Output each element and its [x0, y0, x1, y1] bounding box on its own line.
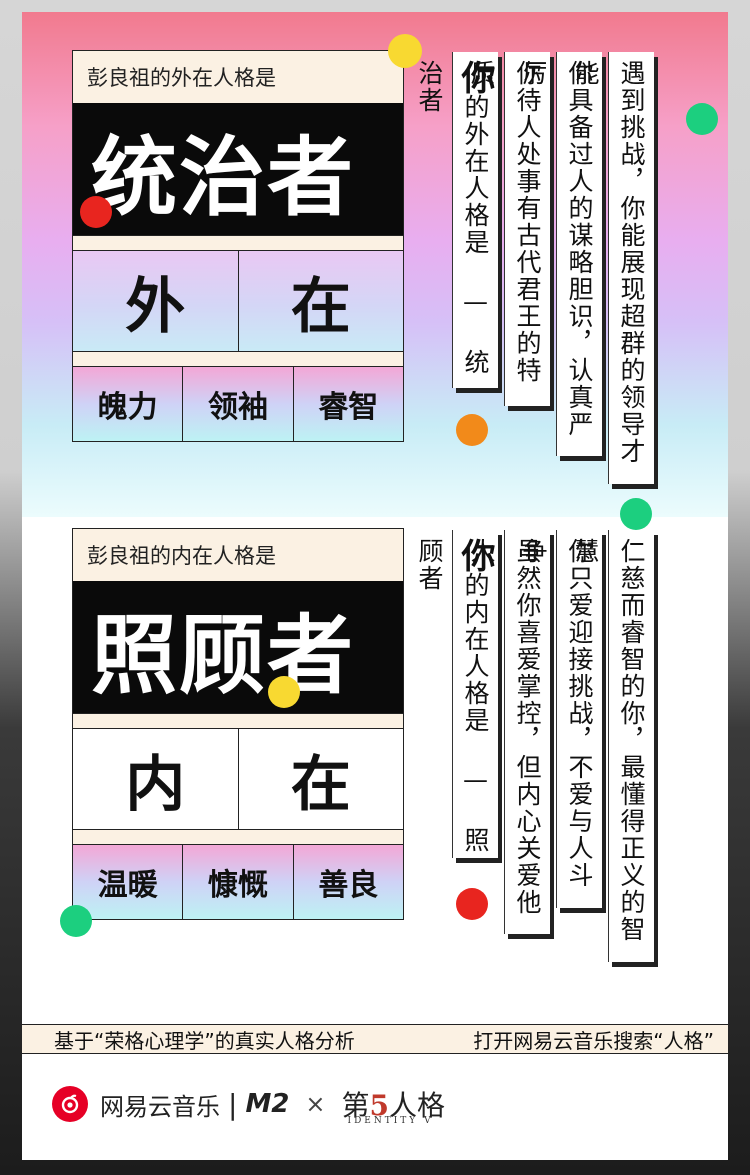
outer-column-1: 你的外在人格是 — 统治者	[415, 52, 498, 388]
green-dot	[686, 103, 718, 135]
game-logo-subtitle: IDENTITY V	[347, 1116, 434, 1126]
identity-v-logo: 第5人格 IDENTITY V	[342, 1084, 446, 1126]
inner-strip-2	[73, 829, 403, 845]
collab-times-sign: ×	[305, 1090, 326, 1118]
outer-trait-1: 魄力	[73, 367, 184, 441]
inner-card-title: 照顾者	[73, 581, 403, 713]
inner-strip	[73, 713, 403, 729]
green-dot	[60, 905, 92, 937]
outer-trait-3: 睿智	[293, 367, 403, 441]
green-dot	[620, 498, 652, 530]
outer-trait-2: 领袖	[183, 367, 294, 441]
inner-trait-3: 善良	[293, 845, 403, 919]
yellow-dot	[268, 676, 300, 708]
inner-big-row: 内 在	[73, 729, 403, 829]
outer-trait-row: 魄力 领袖 睿智	[73, 367, 403, 441]
inner-personality-card: 彭良祖的内在人格是 照顾者 内 在 温暖 慷慨 善良	[72, 528, 404, 920]
outer-column-4: 遇到挑战，你能展现超群的领导才能	[571, 52, 654, 484]
inner-trait-2: 慷慨	[183, 845, 294, 919]
poster: 彭良祖的外在人格是 统治者 外 在 魄力 领袖 睿智 彭良祖的内在人格是 照顾者…	[22, 12, 728, 1160]
inner-trait-row: 温暖 慷慨 善良	[73, 845, 403, 919]
inner-big-char-2: 在	[238, 729, 403, 829]
orange-dot	[456, 414, 488, 446]
outer-column-2: 你待人处事有古代君王的特质	[467, 52, 550, 406]
brand-divider: |	[228, 1087, 238, 1121]
outer-card-title: 统治者	[73, 103, 403, 235]
inner-column-3: 你只爱迎接挑战，不爱与人斗争	[519, 530, 602, 908]
inner-column-4: 仁慈而睿智的你，最懂得正义的智慧	[571, 530, 654, 962]
inner-column-2: 虽然你喜爱掌控，但内心关爱他人	[467, 530, 550, 934]
outer-personality-card: 彭良祖的外在人格是 统治者 外 在 魄力 领袖 睿智	[72, 50, 404, 442]
red-dot	[456, 888, 488, 920]
inner-trait-1: 温暖	[73, 845, 184, 919]
outer-big-row: 外 在	[73, 251, 403, 351]
outer-big-char-2: 在	[238, 251, 403, 351]
outer-column-3: 你具备过人的谋略胆识，认真严厉	[519, 52, 602, 456]
inner-big-char-1: 内	[73, 729, 239, 829]
m2-logo: M2	[245, 1089, 290, 1119]
outer-strip-2	[73, 351, 403, 367]
red-dot	[80, 196, 112, 228]
brand-row: 网易云音乐 | M2 × 第5人格 IDENTITY V	[52, 1082, 445, 1126]
brand-name: 网易云音乐	[100, 1092, 220, 1121]
yellow-dot	[388, 34, 422, 68]
inner-card-label: 彭良祖的内在人格是	[73, 529, 403, 581]
footer-bar: 基于“荣格心理学”的真实人格分析 打开网易云音乐搜索“人格”	[22, 1024, 728, 1054]
inner-column-1: 你的内在人格是 — 照顾者	[415, 530, 498, 858]
outer-big-char-1: 外	[73, 251, 239, 351]
outer-column-1-text: 的外在人格是 — 统治者	[415, 60, 490, 376]
footer-right-text: 打开网易云音乐搜索“人格”	[473, 1028, 714, 1053]
outer-strip	[73, 235, 403, 251]
footer-left-text: 基于“荣格心理学”的真实人格分析	[54, 1028, 355, 1053]
netease-music-logo-icon	[52, 1086, 88, 1122]
outer-card-label: 彭良祖的外在人格是	[73, 51, 403, 103]
